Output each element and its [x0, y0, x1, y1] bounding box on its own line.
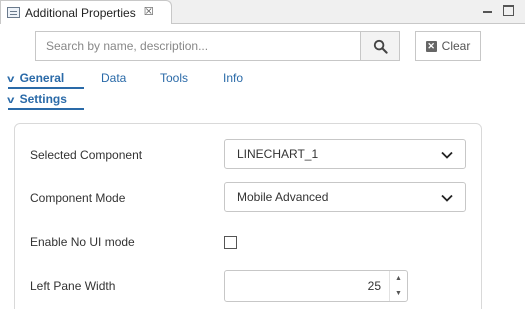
- search-icon: [373, 39, 388, 54]
- tab-general-label: General: [19, 71, 65, 85]
- chevron-down-icon: v: [7, 74, 15, 85]
- chevron-down-icon: v: [7, 95, 15, 106]
- left-pane-width-input[interactable]: [225, 271, 389, 301]
- component-mode-label: Component Mode: [30, 191, 126, 205]
- left-pane-width-label: Left Pane Width: [30, 279, 116, 293]
- component-mode-select[interactable]: Mobile Advanced: [224, 182, 466, 212]
- properties-view-icon: [7, 7, 20, 18]
- tab-general[interactable]: v General: [7, 71, 65, 87]
- search-button[interactable]: [360, 32, 399, 60]
- tab-tools[interactable]: Tools: [160, 71, 188, 87]
- maximize-icon[interactable]: [503, 5, 514, 16]
- view-tab-bar: Additional Properties ☒: [0, 0, 525, 24]
- selected-component-value: LINECHART_1: [237, 147, 319, 161]
- minimize-icon[interactable]: [482, 5, 493, 16]
- increment-arrow-icon[interactable]: ▲: [389, 271, 407, 286]
- enable-no-ui-checkbox[interactable]: [224, 236, 237, 249]
- clear-button-label: Clear: [441, 39, 471, 53]
- selected-component-select[interactable]: LINECHART_1: [224, 139, 466, 169]
- view-tab-additional-properties[interactable]: Additional Properties ☒: [0, 0, 172, 24]
- section-settings-underline: [8, 108, 84, 110]
- close-icon[interactable]: ☒: [144, 7, 154, 18]
- tab-general-underline: [8, 87, 84, 89]
- section-settings-header[interactable]: v Settings: [7, 92, 67, 108]
- search-box: [35, 31, 400, 61]
- enable-no-ui-label: Enable No UI mode: [30, 235, 135, 249]
- tab-data[interactable]: Data: [101, 71, 126, 87]
- clear-x-icon: ✕: [425, 40, 437, 52]
- left-pane-width-stepper: ▲ ▼: [224, 270, 408, 302]
- component-mode-value: Mobile Advanced: [237, 190, 329, 204]
- clear-button[interactable]: ✕ Clear: [415, 31, 481, 61]
- selected-component-label: Selected Component: [30, 148, 143, 162]
- chevron-down-icon: [441, 151, 453, 159]
- tab-info[interactable]: Info: [223, 71, 243, 87]
- search-input[interactable]: [36, 32, 360, 60]
- section-settings-label: Settings: [19, 92, 67, 106]
- chevron-down-icon: [441, 194, 453, 202]
- decrement-arrow-icon[interactable]: ▼: [389, 286, 407, 301]
- view-tab-title: Additional Properties: [25, 5, 136, 20]
